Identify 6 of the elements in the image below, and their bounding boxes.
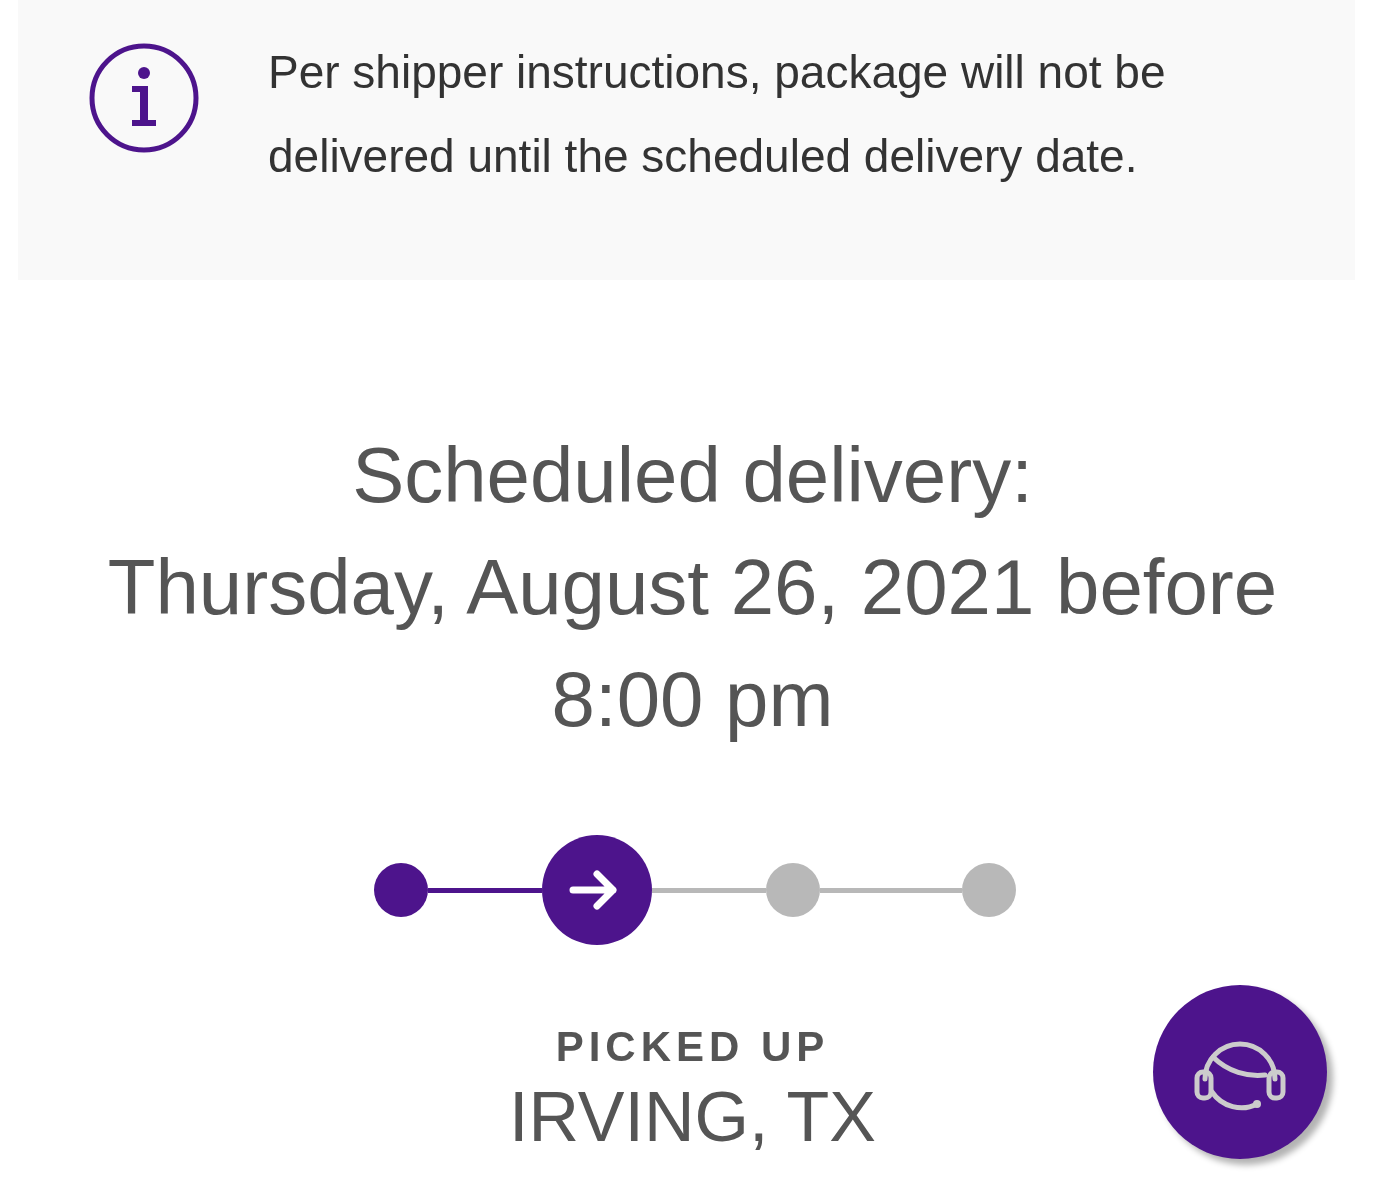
status-label: PICKED UP bbox=[554, 1023, 831, 1071]
status-location: IRVING, TX bbox=[508, 1077, 877, 1157]
delivery-date: Thursday, August 26, 2021 before 8:00 pm bbox=[106, 542, 1279, 745]
info-icon bbox=[88, 42, 200, 154]
delivery-heading: Scheduled delivery: bbox=[351, 430, 1034, 521]
notice-text: Per shipper instructions, package will not be delivered until the scheduled delivery date. bbox=[268, 45, 1167, 184]
